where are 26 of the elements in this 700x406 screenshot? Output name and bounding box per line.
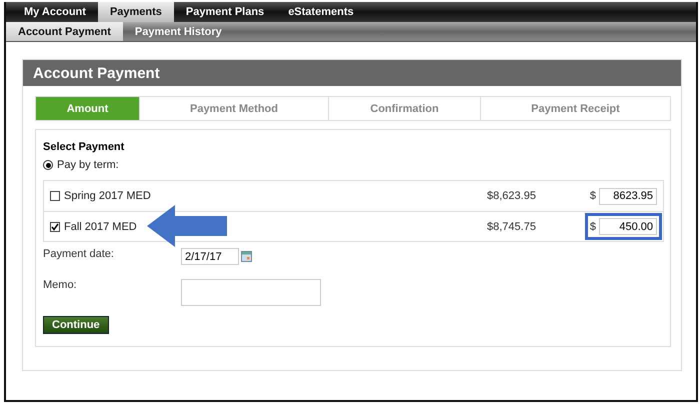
term-name: Fall 2017 MED <box>64 220 137 232</box>
term-name: Spring 2017 MED <box>64 190 151 202</box>
currency-sign: $ <box>590 220 596 232</box>
field-label: Payment date: <box>43 248 115 260</box>
panel-title: Account Payment <box>23 60 681 86</box>
term-balance: $8,745.75 <box>487 220 537 232</box>
currency-sign: $ <box>590 190 596 202</box>
radio-label: Pay by term: <box>57 159 119 171</box>
nav-tab[interactable]: Payments <box>98 2 174 22</box>
term-balance: $8,623.95 <box>487 190 537 202</box>
amount-field[interactable]: 450.00 <box>599 218 657 235</box>
calendar-icon[interactable] <box>241 251 252 262</box>
nav-tab[interactable]: eStatements <box>276 2 366 22</box>
checkbox[interactable] <box>50 222 60 232</box>
field-label: Memo: <box>43 279 78 291</box>
nav-tab[interactable]: My Account <box>12 2 98 22</box>
memo-field[interactable] <box>181 279 321 306</box>
sub-nav-tab[interactable]: Account Payment <box>6 22 123 41</box>
radio-button[interactable] <box>43 160 53 170</box>
sub-nav-tab[interactable]: Payment History <box>122 22 234 41</box>
checkbox[interactable] <box>50 191 60 201</box>
date-field[interactable]: 2/17/17 <box>181 248 239 265</box>
amount-field[interactable]: 8623.95 <box>599 188 657 204</box>
nav-tab[interactable]: Payment Plans <box>174 2 276 22</box>
section-title: Select Payment <box>43 141 126 153</box>
continue-button[interactable]: Continue <box>43 316 109 334</box>
